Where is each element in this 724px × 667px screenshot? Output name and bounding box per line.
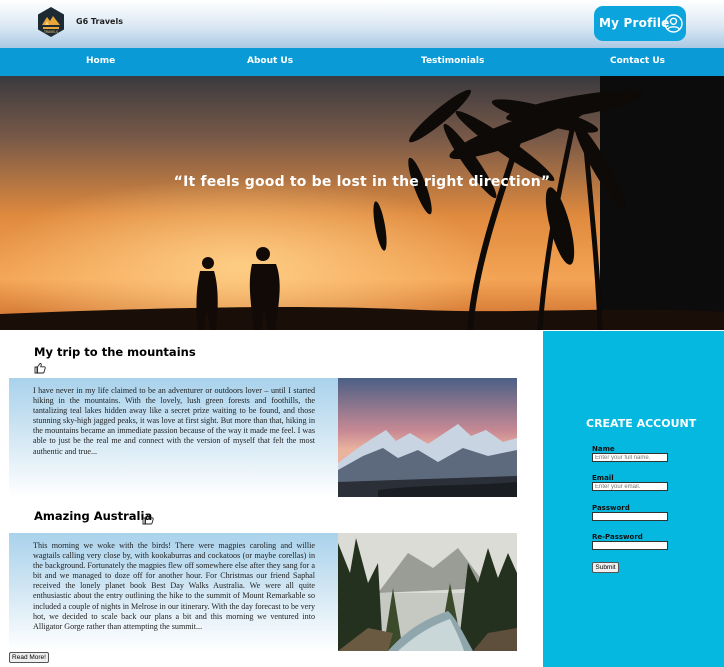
read-more-button[interactable]: Read More! [9,652,49,663]
create-account-panel: CREATE ACCOUNT Name Email Password Re-Pa… [543,331,724,667]
post-title: My trip to the mountains [34,345,196,359]
post-body: This morning we woke with the birds! The… [9,533,517,651]
hero-image [0,76,724,330]
post-image-forest-river [338,533,517,651]
post-body: I have never in my life claimed to be an… [9,378,517,497]
name-label: Name [592,445,615,453]
my-profile-button[interactable]: My Profile [594,6,686,41]
repassword-label: Re-Password [592,533,643,541]
email-label: Email [592,474,614,482]
logo-text: TRAVELS [43,30,58,34]
nav-testimonials[interactable]: Testimonials [421,56,484,66]
brand-name: G6 Travels [76,17,123,26]
repassword-field[interactable] [592,541,668,550]
hero-quote: “It feels good to be lost in the right d… [173,174,551,190]
post-title: Amazing Australia [34,509,153,523]
name-field[interactable] [592,453,668,462]
email-field[interactable] [592,482,668,491]
nav-home[interactable]: Home [86,56,115,66]
user-icon [664,14,683,33]
post-text: This morning we woke with the birds! The… [33,541,315,631]
site-header: TRAVELS G6 Travels My Profile [0,0,724,48]
thumbs-up-icon[interactable] [34,359,46,374]
nav-about-us[interactable]: About Us [247,56,293,66]
nav-contact-us[interactable]: Contact Us [610,56,665,66]
password-label: Password [592,504,630,512]
post-image-mountains [338,378,517,497]
create-account-title: CREATE ACCOUNT [586,417,697,430]
submit-button[interactable]: Submit [592,562,619,573]
password-field[interactable] [592,512,668,521]
profile-label: My Profile [599,16,670,30]
logo-icon[interactable]: TRAVELS [35,6,67,38]
thumbs-up-icon[interactable] [142,510,154,525]
hero-banner: “It feels good to be lost in the right d… [0,76,724,330]
main-nav: Home About Us Testimonials Contact Us [0,48,724,76]
post-text: I have never in my life claimed to be an… [33,386,315,456]
